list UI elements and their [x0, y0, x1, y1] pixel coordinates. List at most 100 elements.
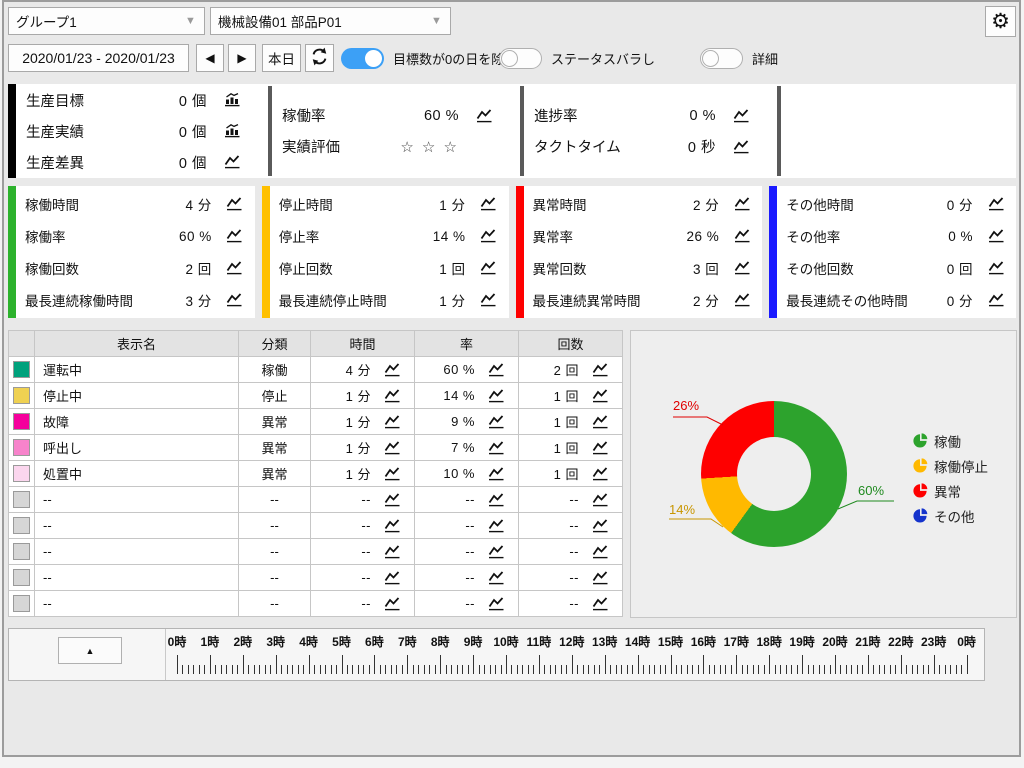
trend-line-icon[interactable] — [479, 197, 499, 211]
status-time-cell: 1 分 — [311, 435, 415, 461]
trend-line-icon[interactable] — [732, 197, 752, 211]
ruler-tick — [407, 655, 408, 674]
status-color-swatch — [13, 595, 30, 612]
trend-line-icon[interactable] — [382, 597, 402, 611]
slice-label-operating: 60% — [858, 483, 884, 498]
trend-line-icon[interactable] — [382, 415, 402, 429]
trend-line-icon[interactable] — [479, 293, 499, 307]
status-time-cell: -- — [311, 539, 415, 565]
ruler-tick — [698, 665, 699, 674]
trend-line-icon[interactable] — [225, 229, 245, 243]
trend-line-icon[interactable] — [590, 545, 610, 559]
trend-line-icon[interactable] — [486, 363, 506, 377]
trend-line-icon[interactable] — [486, 545, 506, 559]
trend-line-icon[interactable] — [590, 415, 610, 429]
bar-chart-icon[interactable] — [222, 124, 242, 138]
cell-value: -- — [531, 492, 579, 507]
ruler-tick — [671, 655, 672, 674]
trend-line-icon[interactable] — [225, 261, 245, 275]
group-dropdown[interactable]: グループ1 ▼ — [8, 7, 205, 35]
toggle-exclude-zero-days[interactable] — [341, 48, 384, 69]
trend-line-icon[interactable] — [590, 519, 610, 533]
legend-label: 稼働 — [934, 431, 961, 451]
date-range-input[interactable]: 2020/01/23 - 2020/01/23 — [8, 44, 189, 72]
status-name-cell: 停止中 — [35, 383, 239, 409]
table-header-cell: 回数 — [519, 331, 623, 357]
status-accent-bar — [516, 186, 524, 318]
ruler-tick — [555, 665, 556, 674]
trend-line-icon[interactable] — [590, 441, 610, 455]
hour-label: 9時 — [464, 633, 483, 650]
ruler-tick — [599, 665, 600, 674]
hour-label: 23時 — [921, 633, 946, 650]
ruler-tick — [248, 665, 249, 674]
ruler-tick — [435, 665, 436, 674]
trend-line-icon[interactable] — [382, 389, 402, 403]
trend-line-icon[interactable] — [731, 109, 751, 123]
trend-line-icon[interactable] — [486, 441, 506, 455]
hour-label: 6時 — [365, 633, 384, 650]
ruler-tick — [824, 665, 825, 674]
machine-dropdown[interactable]: 機械設備01 部品P01 ▼ — [210, 7, 451, 35]
cell-value: -- — [427, 544, 475, 559]
trend-line-icon[interactable] — [225, 197, 245, 211]
hour-label: 22時 — [888, 633, 913, 650]
trend-line-icon[interactable] — [590, 571, 610, 585]
trend-line-icon[interactable] — [382, 467, 402, 481]
trend-line-icon[interactable] — [479, 261, 499, 275]
next-day-button[interactable]: ▶ — [228, 44, 256, 72]
trend-line-icon[interactable] — [986, 197, 1006, 211]
trend-line-icon[interactable] — [486, 493, 506, 507]
trend-line-icon[interactable] — [474, 109, 494, 123]
trend-line-icon[interactable] — [479, 229, 499, 243]
trend-line-icon[interactable] — [590, 493, 610, 507]
ruler-tick — [468, 665, 469, 674]
trend-line-icon[interactable] — [486, 389, 506, 403]
trend-line-icon[interactable] — [382, 519, 402, 533]
trend-line-icon[interactable] — [732, 261, 752, 275]
metric-row: 進捗率0 % — [524, 100, 777, 131]
timeline-collapse-button[interactable]: ▲ — [58, 637, 122, 664]
toggle-detail[interactable] — [700, 48, 743, 69]
trend-line-icon[interactable] — [486, 571, 506, 585]
trend-line-icon[interactable] — [731, 140, 751, 154]
trend-line-icon[interactable] — [222, 155, 242, 169]
trend-line-icon[interactable] — [590, 389, 610, 403]
trend-line-icon[interactable] — [732, 293, 752, 307]
status-name-cell: 運転中 — [35, 357, 239, 383]
trend-line-icon[interactable] — [382, 493, 402, 507]
hour-label: 10時 — [493, 633, 518, 650]
ruler-tick — [835, 655, 836, 674]
ruler-tick — [462, 665, 463, 674]
refresh-button[interactable] — [305, 44, 334, 72]
trend-line-icon[interactable] — [986, 293, 1006, 307]
trend-line-icon[interactable] — [986, 229, 1006, 243]
trend-line-icon[interactable] — [382, 571, 402, 585]
trend-line-icon[interactable] — [486, 519, 506, 533]
trend-line-icon[interactable] — [486, 597, 506, 611]
cell-value: -- — [531, 518, 579, 533]
trend-line-icon[interactable] — [590, 363, 610, 377]
trend-line-icon[interactable] — [486, 415, 506, 429]
bar-chart-icon[interactable] — [222, 93, 242, 107]
trend-line-icon[interactable] — [225, 293, 245, 307]
trend-line-icon[interactable] — [590, 467, 610, 481]
toggle-knob — [501, 50, 518, 67]
toggle-status-split[interactable] — [499, 48, 542, 69]
trend-line-icon[interactable] — [382, 441, 402, 455]
trend-line-icon[interactable] — [382, 545, 402, 559]
ruler-tick — [511, 665, 512, 674]
today-button[interactable]: 本日 — [262, 44, 301, 72]
prev-day-button[interactable]: ◀ — [196, 44, 224, 72]
trend-line-icon[interactable] — [732, 229, 752, 243]
status-accent-bar — [769, 186, 777, 318]
settings-button[interactable]: ⚙ — [985, 6, 1016, 37]
ruler-tick — [703, 655, 704, 674]
ruler-tick — [243, 655, 244, 674]
trend-line-icon[interactable] — [590, 597, 610, 611]
ruler-tick — [851, 665, 852, 674]
trend-line-icon[interactable] — [382, 363, 402, 377]
trend-line-icon[interactable] — [986, 261, 1006, 275]
ruler-tick — [939, 665, 940, 674]
trend-line-icon[interactable] — [486, 467, 506, 481]
